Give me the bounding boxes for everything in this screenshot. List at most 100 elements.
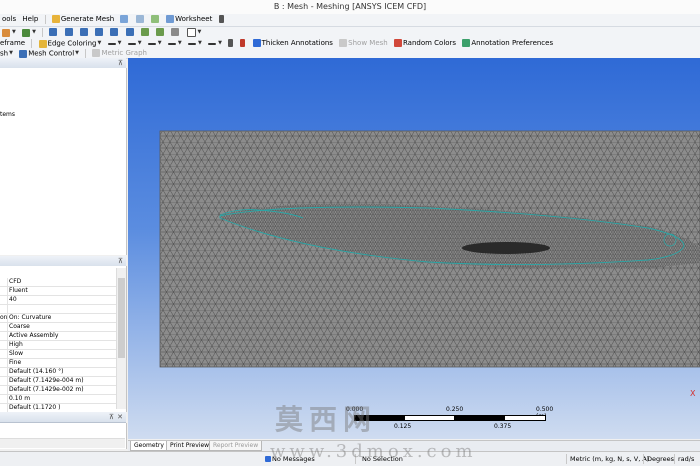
menu-help[interactable]: Help xyxy=(22,14,38,25)
separator xyxy=(674,454,675,464)
toolbar-icon-b[interactable] xyxy=(135,14,145,25)
details-row[interactable]: Default (7.1429e-004 m) xyxy=(0,377,116,386)
details-panel: CFD Fluent 40 on On: Curvature Coarse Active A… xyxy=(0,266,127,412)
separator xyxy=(643,454,644,464)
details-row[interactable]: CFD xyxy=(0,278,116,287)
pin-icon[interactable]: ⊼ xyxy=(109,412,114,422)
select-mode-button[interactable] xyxy=(218,14,225,25)
flag-icon xyxy=(240,39,246,48)
worksheet-label: Worksheet xyxy=(175,15,213,23)
toolbar-icon-c[interactable] xyxy=(150,14,160,25)
details-row[interactable]: 0.10 m xyxy=(0,395,116,404)
lower-panel-scrollbar[interactable] xyxy=(0,438,125,448)
inner-wake xyxy=(462,242,550,254)
details-row-value: Default (1.1720 ) xyxy=(9,404,61,411)
tab-print-preview[interactable]: Print Preview xyxy=(166,441,214,451)
status-bar: No Messages No Selection Metric (m, kg, … xyxy=(0,451,700,466)
details-row[interactable]: Active Assembly xyxy=(0,332,116,341)
details-row[interactable]: Fluent xyxy=(0,287,116,296)
mesh-label: sh xyxy=(0,49,9,58)
zoom-box-button[interactable] xyxy=(95,27,104,38)
angle-units-status[interactable]: Degrees xyxy=(647,452,674,466)
menu-bar: ools Help Generate Mesh Worksheet xyxy=(0,14,700,27)
edge-line-icon xyxy=(147,42,156,45)
details-row-label xyxy=(0,287,8,295)
details-scrollbar[interactable] xyxy=(116,268,126,409)
toolbar-icon-e[interactable]: ▼ xyxy=(22,27,36,38)
worksheet-button[interactable]: Worksheet xyxy=(166,14,212,25)
layout-button[interactable]: ▼ xyxy=(186,27,202,38)
pan-button[interactable] xyxy=(64,27,74,38)
outline-tree: tems xyxy=(0,68,127,255)
iso-icon xyxy=(171,28,180,37)
rotate-icon xyxy=(49,28,58,37)
details-row[interactable]: 40 xyxy=(0,296,116,305)
details-row-value: High xyxy=(9,341,23,348)
chevron-down-icon: ▼ xyxy=(197,29,202,35)
mesh-control-label: Mesh Control xyxy=(28,49,75,58)
window-title: B : Mesh - Meshing [ANSYS ICEM CFD] xyxy=(0,0,700,15)
next-view-icon xyxy=(156,28,165,37)
fit-button[interactable] xyxy=(110,27,119,38)
details-row[interactable]: High xyxy=(0,341,116,350)
magnifier-button[interactable] xyxy=(125,27,135,38)
angular-velocity-units-status[interactable]: rad/s xyxy=(678,452,694,466)
tab-report-preview[interactable]: Report Preview xyxy=(209,441,263,451)
details-row[interactable]: Default (1.1720 ) xyxy=(0,404,116,412)
tab-geometry[interactable]: Geometry xyxy=(130,441,168,451)
details-row-value: Fine xyxy=(9,359,22,366)
select-icon xyxy=(22,28,31,37)
details-row-value: 40 xyxy=(9,296,17,303)
messages-status[interactable]: No Messages xyxy=(265,452,315,466)
details-row-label xyxy=(0,332,8,340)
tree-item-systems[interactable]: tems xyxy=(0,111,15,118)
details-row-label xyxy=(0,341,8,349)
scrollbar-thumb[interactable] xyxy=(118,278,125,358)
rotate-button[interactable] xyxy=(49,27,58,38)
menu-tools[interactable]: ools xyxy=(2,14,16,25)
pin-icon xyxy=(228,39,234,48)
details-row[interactable]: Default (14.160 °) xyxy=(0,368,116,377)
details-row[interactable]: on On: Curvature xyxy=(0,314,116,323)
toolbar-icon-d[interactable]: ▼ xyxy=(2,27,16,38)
show-mesh-label: Show Mesh xyxy=(348,39,388,48)
mesh-view[interactable]: X xyxy=(128,58,700,439)
lower-panel xyxy=(0,423,127,449)
pin-icon[interactable]: ⊼ xyxy=(118,58,123,68)
next-view-button[interactable] xyxy=(156,27,165,38)
graphics-viewport[interactable]: X 0.000 0.250 0.500 (m) 0.125 0.375 xyxy=(128,58,700,439)
thicken-annotations-label: Thicken Annotations xyxy=(261,39,333,48)
annotation-preferences-label: Annotation Preferences xyxy=(471,39,554,48)
edge-line-icon xyxy=(107,42,116,45)
details-row[interactable]: Slow xyxy=(0,350,116,359)
separator xyxy=(31,39,33,49)
details-row[interactable]: Fine xyxy=(0,359,116,368)
edge-line-icon xyxy=(208,42,217,45)
generate-mesh-button[interactable]: Generate Mesh xyxy=(51,14,114,25)
scale-segment-1 xyxy=(354,415,406,421)
details-row-label xyxy=(0,296,8,304)
separator xyxy=(566,454,567,464)
scale-segment-3 xyxy=(454,415,506,421)
iso-button[interactable] xyxy=(171,27,180,38)
zoom-button[interactable] xyxy=(79,27,89,38)
zoom-icon xyxy=(79,28,88,37)
details-row-value: 0.10 m xyxy=(9,395,31,402)
toolbar-icon-a[interactable] xyxy=(120,14,129,25)
units-status[interactable]: Metric (m, kg, N, s, V, A) xyxy=(570,452,649,466)
pin-icon[interactable]: ⊼ xyxy=(118,256,123,266)
previous-view-button[interactable] xyxy=(140,27,150,38)
separator xyxy=(42,28,44,38)
scale-label-0: 0.000 xyxy=(346,406,364,413)
details-row-value: Slow xyxy=(9,350,24,357)
close-icon[interactable]: ✕ xyxy=(117,412,123,422)
cursor-icon xyxy=(218,15,224,23)
separator xyxy=(44,15,46,24)
details-row[interactable] xyxy=(0,305,116,314)
details-row[interactable]: Coarse xyxy=(0,323,116,332)
details-row[interactable]: Default (7.1429e-002 m) xyxy=(0,386,116,395)
scale-label-4: 0.375 xyxy=(494,423,512,430)
previous-view-icon xyxy=(140,28,149,37)
magnifier-icon xyxy=(125,28,134,37)
axis-x-label: X xyxy=(690,389,696,398)
